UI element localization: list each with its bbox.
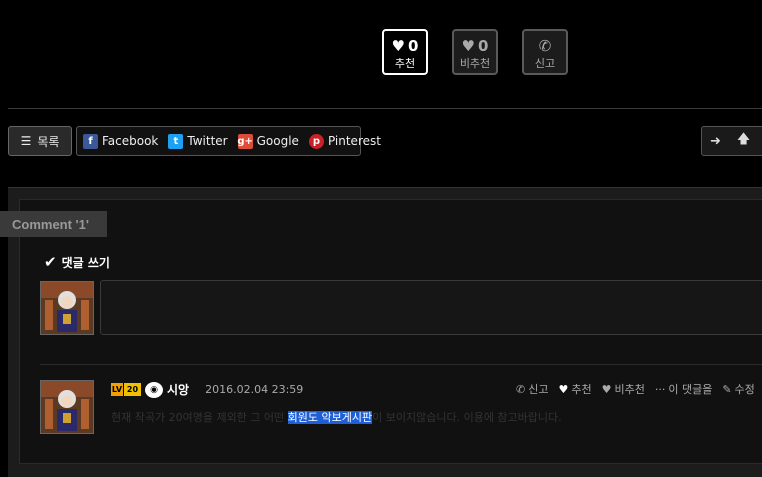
divider (40, 364, 762, 365)
comment-date: 2016.02.04 23:59 (205, 383, 304, 396)
recommend-action-label: 추천 (571, 383, 592, 396)
more-action-label: 이 댓글을 (668, 383, 713, 396)
phone-icon: ✆ (538, 37, 552, 55)
write-comment-label: 댓글 쓰기 (61, 255, 110, 270)
list-label: 목록 (37, 134, 60, 149)
recommend-count: 0 (408, 37, 419, 55)
not-recommend-action-label: 비추천 (614, 383, 645, 396)
report-button[interactable]: ✆ 신고 (522, 29, 568, 75)
member-icon: ◉ (145, 381, 163, 398)
heart-icon: ♥ (461, 37, 475, 55)
comment-meta: LV 20 ◉ 시앙 2016.02.04 23:59 (111, 381, 303, 398)
comment-actions: ✆ 신고 ♥ 추천 ♥ 비추천 ··· 이 댓글을 ✎ 수정 (516, 381, 755, 397)
recommend-label: 추천 (394, 57, 416, 70)
comment-text-before: 현재 작곡가 20여명을 제외한 그 어떤 (111, 411, 288, 424)
level-prefix: LV (111, 383, 123, 396)
comment-body: 현재 작곡가 20여명을 제외한 그 어떤 회원도 악보게시판이 보이지않습니다… (111, 409, 562, 425)
comment-author[interactable]: 시앙 (167, 381, 189, 398)
share-google-label: Google (256, 134, 299, 148)
more-action[interactable]: ··· 이 댓글을 (655, 381, 712, 397)
report-label: 신고 (534, 57, 556, 70)
pinterest-icon: p (308, 133, 324, 149)
recommend-action[interactable]: ♥ 추천 (558, 381, 591, 397)
heart-icon: ♥ (558, 382, 569, 396)
not-recommend-count: 0 (478, 37, 489, 55)
arrow-up-icon[interactable]: 🡅 (737, 130, 750, 152)
not-recommend-action[interactable]: ♥ 비추천 (602, 381, 645, 397)
divider (8, 108, 762, 109)
report-action-label: 신고 (528, 383, 549, 396)
facebook-icon: f (83, 133, 98, 149)
heart-icon: ♥ (391, 37, 405, 55)
twitter-icon: t (168, 133, 184, 149)
level-badge: LV 20 (111, 383, 141, 396)
share-bar: f Facebook t Twitter g+ Google p Pintere… (76, 126, 381, 156)
report-action[interactable]: ✆ 신고 (516, 381, 548, 397)
comment-text-after: 이 보이지않습니다. 이용에 참고바랍니다. (372, 411, 562, 424)
ellipsis-icon: ··· (654, 382, 666, 396)
avatar (40, 380, 94, 434)
level-value: 20 (123, 383, 141, 396)
list-button[interactable]: ☰ 목록 (8, 126, 72, 156)
share-twitter[interactable]: t Twitter (168, 133, 228, 149)
not-recommend-label: 비추천 (459, 57, 491, 70)
phone-icon: ✆ (516, 382, 526, 396)
share-facebook-label: Facebook (102, 134, 159, 148)
menu-icon: ☰ (20, 134, 32, 148)
pencil-icon: ✎ (722, 382, 732, 396)
share-google[interactable]: g+ Google (237, 133, 299, 149)
comment-count-tab: Comment '1' (0, 211, 107, 237)
comment-text-highlight: 회원도 악보게시판 (287, 411, 373, 424)
not-recommend-button[interactable]: ♥ 0 비추천 (452, 29, 498, 75)
share-facebook[interactable]: f Facebook (83, 133, 159, 149)
share-twitter-label: Twitter (187, 134, 228, 148)
recommend-button[interactable]: ♥ 0 추천 (382, 29, 428, 75)
comment-input[interactable] (100, 280, 762, 335)
edit-action[interactable]: ✎ 수정 (722, 381, 754, 397)
edit-action-label: 수정 (734, 383, 755, 396)
google-plus-icon: g+ (237, 133, 253, 149)
avatar (40, 281, 94, 335)
share-pinterest[interactable]: p Pinterest (308, 133, 381, 149)
write-comment-title: ✔ 댓글 쓰기 (44, 253, 110, 271)
arrow-right-icon[interactable]: ➜ (710, 134, 721, 149)
check-icon: ✔ (44, 253, 57, 271)
heart-icon: ♥ (601, 382, 612, 396)
share-pinterest-label: Pinterest (327, 134, 381, 148)
post-nav: ➜ 🡅 (701, 126, 762, 156)
